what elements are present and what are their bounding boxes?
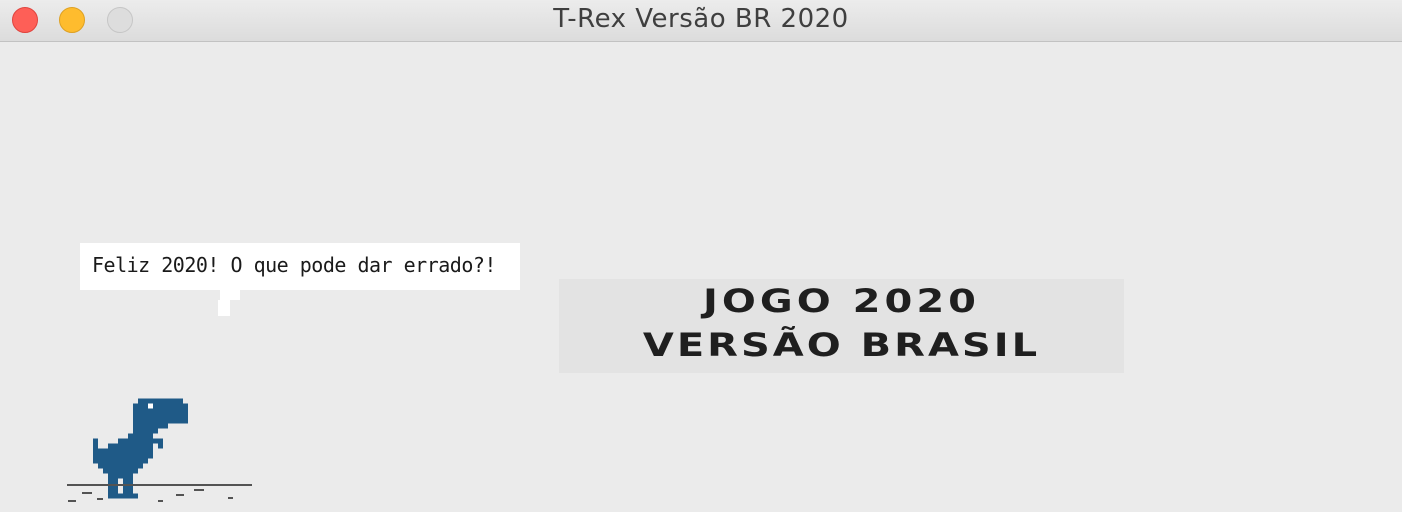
ground-pebble <box>176 494 184 496</box>
speech-bubble-tail-tip <box>218 300 230 316</box>
game-title-banner: JOGO 2020 VERSÃO BRASIL <box>559 279 1124 373</box>
speech-bubble-tail <box>220 290 240 300</box>
ground-pebble <box>194 489 204 491</box>
banner-title-line1: JOGO 2020 <box>703 283 980 320</box>
t-rex-dino-icon <box>93 398 188 499</box>
ground-line <box>67 484 252 486</box>
speech-bubble-text: Feliz 2020! O que pode dar errado?! <box>92 253 496 277</box>
ground-pebble <box>158 500 163 502</box>
window-title: T-Rex Versão BR 2020 <box>553 4 849 34</box>
ground-pebble <box>228 497 233 499</box>
ground-pebble <box>68 500 76 502</box>
window-titlebar: T-Rex Versão BR 2020 <box>0 0 1402 42</box>
speech-bubble: Feliz 2020! O que pode dar errado?! <box>80 243 520 316</box>
ground-pebble <box>82 492 92 494</box>
banner-title-line2: VERSÃO BRASIL <box>642 327 1041 364</box>
ground-pebble <box>97 498 103 500</box>
